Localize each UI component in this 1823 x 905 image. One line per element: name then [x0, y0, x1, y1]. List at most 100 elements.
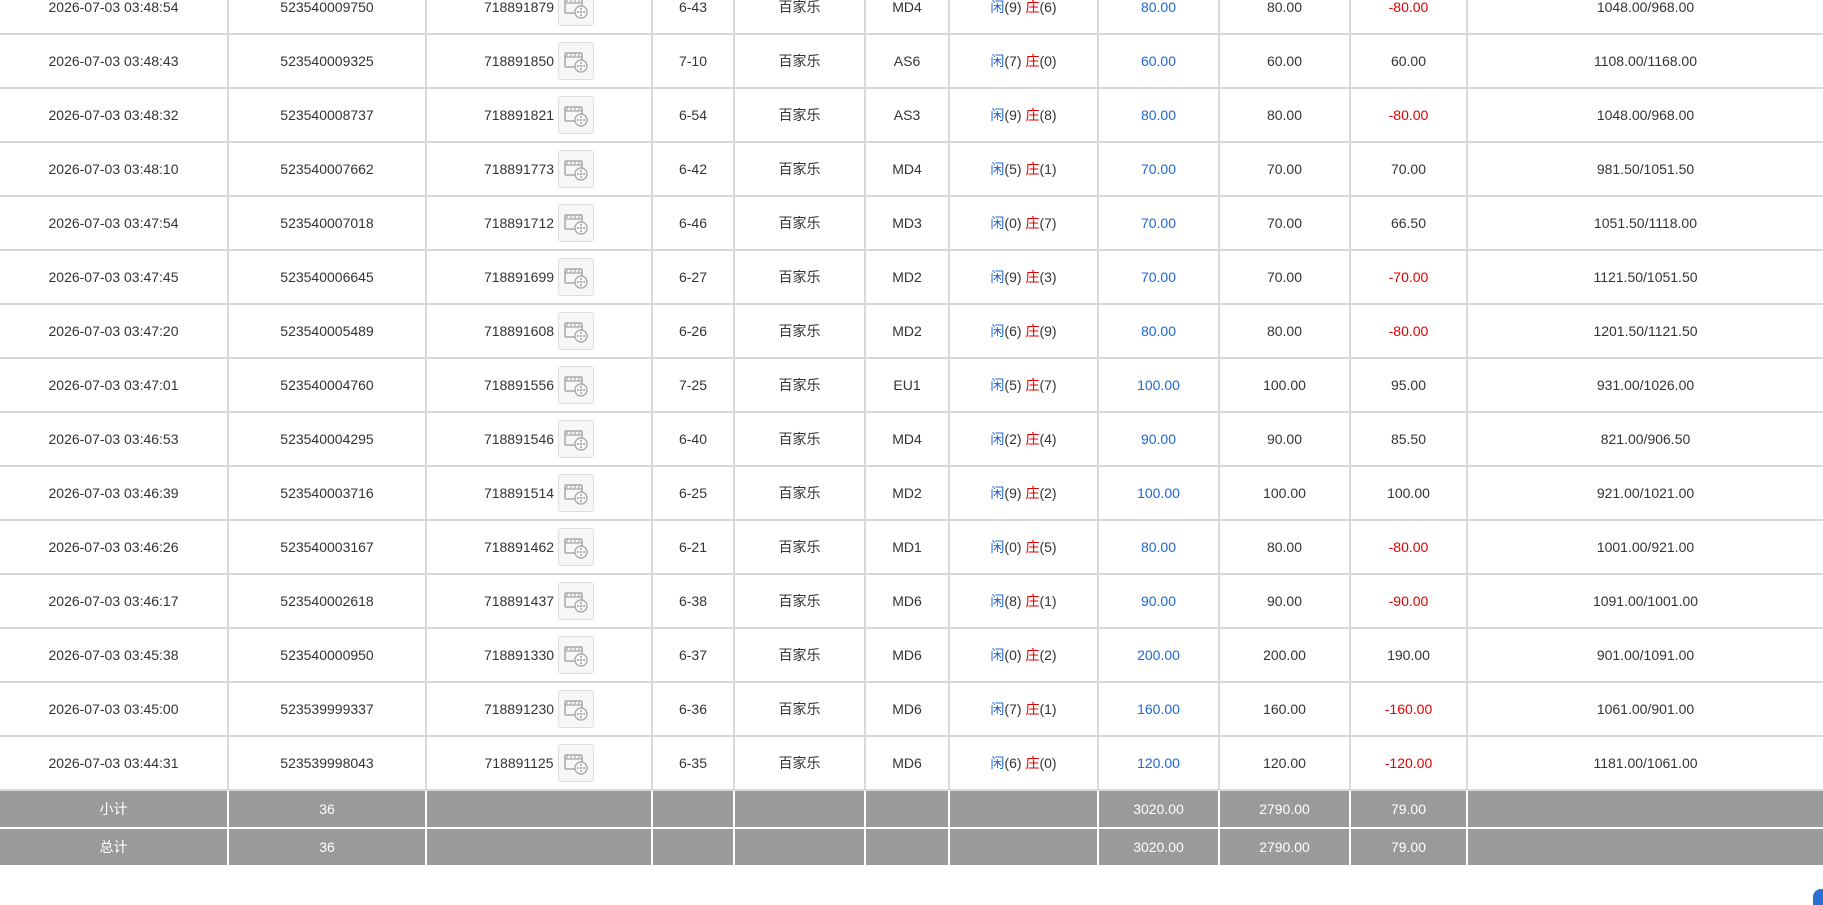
bet-id-cell: 523540003167 — [227, 520, 427, 575]
shoe-cell: 6-54 — [651, 88, 735, 143]
player-label: 闲 — [990, 593, 1005, 609]
round-cell: 718891330 — [425, 628, 653, 683]
round-cell: 718891125 — [425, 736, 653, 791]
table-cell: AS6 — [864, 34, 950, 89]
table-cell: EU1 — [864, 358, 950, 413]
player-points: (7) — [1004, 53, 1022, 69]
table-code: MD2 — [892, 269, 922, 285]
game-type: 百家乐 — [778, 323, 821, 339]
video-replay-icon[interactable] — [557, 744, 594, 782]
table-row: 2026-07-03 03:47:01 523540004760 7188915… — [0, 358, 1823, 413]
balance-before-after: 1061.00/901.00 — [1596, 701, 1695, 717]
bet-id-cell: 523540000950 — [227, 628, 427, 683]
summary-label-cell: 总计 — [0, 828, 229, 867]
video-replay-icon[interactable] — [558, 528, 595, 566]
video-replay-icon[interactable] — [558, 42, 595, 80]
shoe-cell: 7-10 — [651, 34, 735, 89]
result-cell: 闲(7) 庄(0) — [948, 34, 1099, 89]
valid-bet: 100.00 — [1263, 485, 1306, 501]
video-replay-icon[interactable] — [558, 150, 595, 188]
round-number: 718891437 — [483, 593, 555, 609]
video-replay-icon[interactable] — [558, 420, 595, 458]
video-replay-icon[interactable] — [558, 690, 595, 728]
win-loss: 66.50 — [1390, 215, 1427, 231]
banker-points: (8) — [1039, 107, 1057, 123]
player-points: (5) — [1004, 377, 1022, 393]
table-cell: AS3 — [864, 88, 950, 143]
table-row: 2026-07-03 03:46:26 523540003167 7188914… — [0, 520, 1823, 575]
bet-time-cell: 2026-07-03 03:46:53 — [0, 412, 229, 467]
shoe-number: 6-35 — [678, 755, 708, 771]
shoe-number: 6-27 — [678, 269, 708, 285]
valid-bet-cell: 200.00 — [1218, 628, 1351, 683]
game-cell: 百家乐 — [733, 196, 866, 251]
scroll-to-top-button[interactable] — [1813, 889, 1823, 905]
table-code: MD2 — [892, 485, 922, 501]
shoe-cell: 6-40 — [651, 412, 735, 467]
banker-label: 庄 — [1025, 269, 1040, 285]
bet-id: 523540009750 — [280, 0, 374, 15]
win-loss: -90.00 — [1388, 593, 1429, 609]
bet-id-cell: 523540007662 — [227, 142, 427, 197]
video-replay-icon[interactable] — [558, 258, 595, 296]
bet-amount-cell: 80.00 — [1097, 304, 1220, 359]
bet-id-cell: 523540009750 — [227, 0, 427, 35]
bet-time: 2026-07-03 03:46:53 — [48, 431, 179, 447]
bet-amount: 90.00 — [1140, 431, 1177, 447]
win-loss-cell: -120.00 — [1349, 736, 1468, 791]
video-replay-icon[interactable] — [558, 582, 595, 620]
player-points: (2) — [1004, 431, 1022, 447]
summary-empty-cell — [1466, 828, 1823, 867]
table-cell: MD6 — [864, 736, 950, 791]
bet-time-cell: 2026-07-03 03:46:39 — [0, 466, 229, 521]
valid-bet-cell: 100.00 — [1218, 358, 1351, 413]
player-label: 闲 — [990, 0, 1005, 15]
balance-cell: 931.00/1026.00 — [1466, 358, 1823, 413]
video-replay-icon[interactable] — [558, 204, 595, 242]
banker-label: 庄 — [1025, 431, 1040, 447]
game-cell: 百家乐 — [733, 358, 866, 413]
summary-win: 79.00 — [1390, 801, 1427, 817]
bet-id: 523540004295 — [280, 431, 374, 447]
player-label: 闲 — [990, 485, 1005, 501]
bet-time: 2026-07-03 03:47:45 — [48, 269, 179, 285]
balance-cell: 821.00/906.50 — [1466, 412, 1823, 467]
video-replay-icon[interactable] — [558, 474, 595, 512]
summary-bet: 3020.00 — [1133, 801, 1184, 817]
table-row: 2026-07-03 03:45:38 523540000950 7188913… — [0, 628, 1823, 683]
round-cell: 718891821 — [425, 88, 653, 143]
video-replay-icon[interactable] — [558, 312, 595, 350]
balance-before-after: 1108.00/1168.00 — [1593, 53, 1698, 69]
summary-empty-cell — [425, 828, 653, 867]
bet-amount: 160.00 — [1137, 701, 1180, 717]
banker-label: 庄 — [1025, 215, 1040, 231]
player-label: 闲 — [990, 755, 1005, 771]
player-label: 闲 — [990, 53, 1005, 69]
game-type: 百家乐 — [778, 215, 821, 231]
video-replay-icon[interactable] — [558, 636, 595, 674]
table-row: 2026-07-03 03:48:32 523540008737 7188918… — [0, 88, 1823, 143]
balance-cell: 1091.00/1001.00 — [1466, 574, 1823, 629]
table-cell: MD2 — [864, 304, 950, 359]
bet-id: 523540004760 — [280, 377, 374, 393]
banker-points: (2) — [1039, 485, 1057, 501]
result-cell: 闲(0) 庄(2) — [948, 628, 1099, 683]
balance-before-after: 1121.50/1051.50 — [1593, 269, 1698, 285]
balance-cell: 1048.00/968.00 — [1466, 0, 1823, 35]
bet-id: 523540003716 — [280, 485, 374, 501]
valid-bet-cell: 100.00 — [1218, 466, 1351, 521]
valid-bet: 100.00 — [1263, 377, 1306, 393]
bet-amount-cell: 90.00 — [1097, 574, 1220, 629]
table-code: MD6 — [892, 647, 922, 663]
video-replay-icon[interactable] — [558, 0, 595, 26]
video-replay-icon[interactable] — [558, 96, 595, 134]
win-loss-cell: -160.00 — [1349, 682, 1468, 737]
video-replay-icon[interactable] — [558, 366, 595, 404]
win-loss: -80.00 — [1388, 0, 1429, 15]
bet-id-cell: 523539998043 — [227, 736, 427, 791]
banker-points: (7) — [1039, 215, 1057, 231]
win-loss: -70.00 — [1388, 269, 1429, 285]
round-number: 718891879 — [483, 0, 555, 15]
table-code: AS6 — [893, 53, 921, 69]
table-cell: MD4 — [864, 412, 950, 467]
